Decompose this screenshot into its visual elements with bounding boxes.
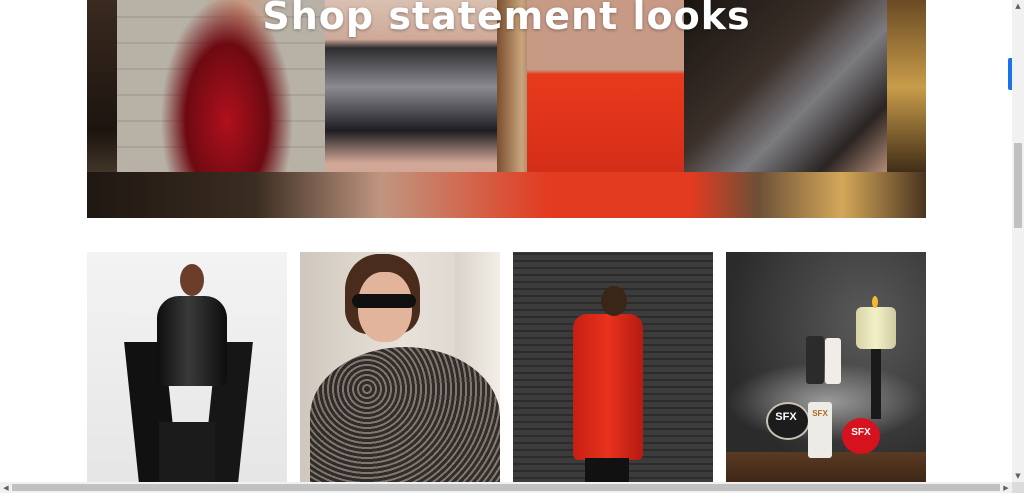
product-tile-leather-look[interactable] <box>87 252 287 482</box>
scroll-down-arrow-icon[interactable]: ▼ <box>1012 470 1024 482</box>
horizontal-scroll-thumb[interactable] <box>12 484 1000 491</box>
candle-stand <box>871 349 881 419</box>
horizontal-scrollbar[interactable]: ◀ ▶ <box>0 482 1012 493</box>
legs <box>159 422 215 482</box>
red-coat <box>573 314 643 460</box>
model-head <box>180 264 204 296</box>
sunglasses-icon <box>352 294 416 308</box>
scroll-left-arrow-icon[interactable]: ◀ <box>0 482 12 493</box>
page-viewport: Shop statement looks SFX SFX SFX <box>0 0 1012 482</box>
scrollbar-corner <box>1012 482 1024 493</box>
sfx-tube-label: SFX <box>812 409 828 418</box>
makeup-tube-light <box>825 338 841 384</box>
scroll-up-arrow-icon[interactable]: ▲ <box>1012 0 1024 12</box>
flame-icon <box>872 296 878 308</box>
hero-image-bottom-strip <box>87 172 926 218</box>
makeup-tube-dark <box>806 336 824 384</box>
vertical-scrollbar[interactable]: ▲ ▼ <box>1012 0 1024 482</box>
product-tile-lace-top[interactable] <box>300 252 500 482</box>
boots <box>585 458 629 482</box>
lace-top <box>310 347 500 482</box>
leather-corset <box>157 296 227 386</box>
sfx-red-label: SFX <box>851 427 871 438</box>
sfx-tin-label: SFX <box>775 411 797 423</box>
hero-banner[interactable]: Shop statement looks <box>87 0 926 218</box>
scroll-right-arrow-icon[interactable]: ▶ <box>1000 482 1012 493</box>
vertical-scroll-thumb[interactable] <box>1014 143 1022 228</box>
candle-icon <box>856 307 896 349</box>
product-tile-sfx-makeup[interactable]: SFX SFX SFX <box>726 252 926 482</box>
model-head <box>601 286 627 316</box>
hero-title: Shop statement looks <box>262 0 751 38</box>
product-tile-red-coat[interactable] <box>513 252 713 482</box>
